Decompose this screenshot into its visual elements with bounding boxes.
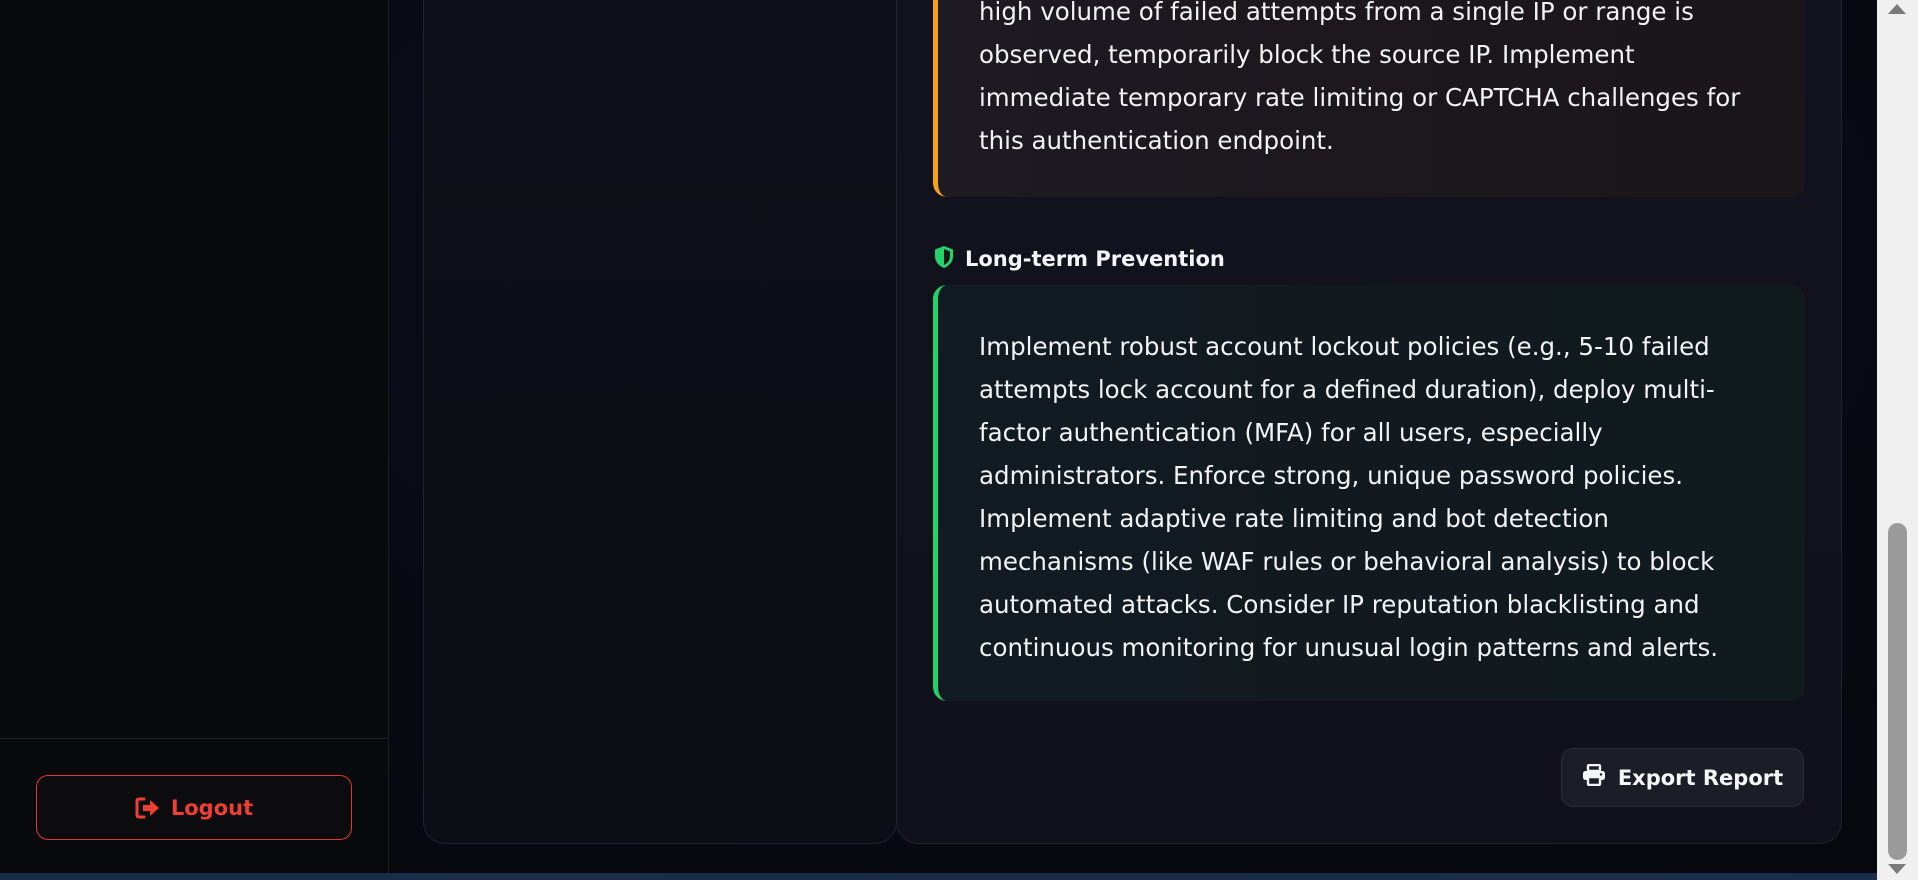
long-term-prevention-card: Implement robust account lockout policie… [933,285,1805,701]
immediate-action-card: high volume of failed attempts from a si… [933,0,1805,197]
shield-icon [933,245,955,274]
app-viewport: Logout high volume of failed attempts fr… [0,0,1918,880]
scroll-down-arrow-icon[interactable] [1888,864,1906,874]
left-panel [423,0,897,844]
printer-icon [1582,763,1606,791]
sign-out-icon [135,797,161,819]
bottom-edge-strip [0,873,1877,880]
immediate-action-text: high volume of failed attempts from a si… [979,0,1741,155]
export-report-button[interactable]: Export Report [1561,748,1804,807]
scrollbar-thumb[interactable] [1888,523,1907,860]
long-term-prevention-title: Long-term Prevention [965,247,1225,271]
page-scrollbar[interactable] [1877,0,1918,880]
sidebar [0,0,389,880]
export-report-label: Export Report [1617,765,1784,790]
long-term-prevention-heading: Long-term Prevention [933,244,1225,274]
logout-button[interactable]: Logout [36,775,352,840]
long-term-prevention-text: Implement robust account lockout policie… [979,332,1719,662]
logout-label: Logout [170,795,254,820]
scroll-up-arrow-icon[interactable] [1888,4,1906,14]
